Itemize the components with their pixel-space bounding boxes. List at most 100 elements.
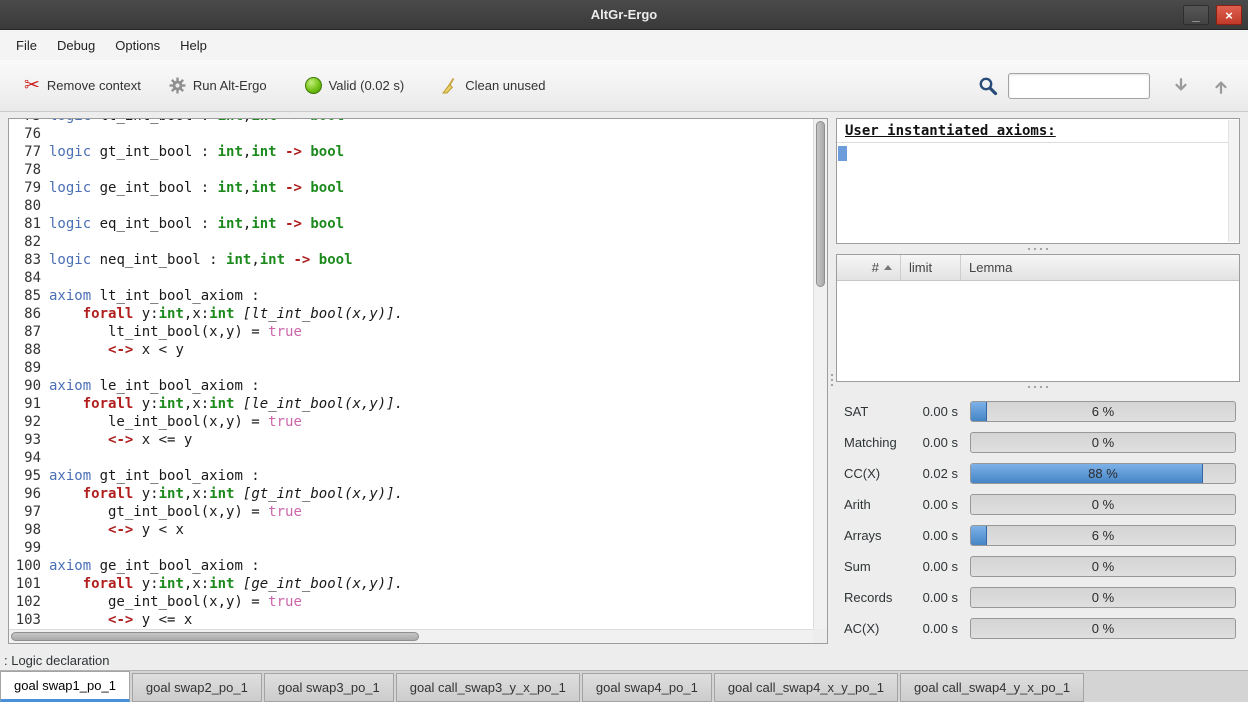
- code-editor[interactable]: 75logic lt_int_bool : int,int -> bool767…: [8, 118, 828, 644]
- toolbar: ✂ Remove context Run Alt-Ergo Valid (0.0…: [0, 60, 1248, 112]
- minimize-button[interactable]: _: [1183, 5, 1209, 25]
- clean-unused-button[interactable]: Clean unused: [436, 72, 551, 100]
- code-line: 91 forall y:int,x:int [le_int_bool(x,y)]…: [9, 395, 813, 413]
- window-controls: _ ×: [1183, 5, 1242, 25]
- stat-progressbar: 6 %: [970, 525, 1236, 546]
- code-line: 86 forall y:int,x:int [lt_int_bool(x,y)]…: [9, 305, 813, 323]
- line-number: 101: [9, 575, 49, 593]
- code-line: 94: [9, 449, 813, 467]
- tab-goal-swap1-po-1[interactable]: goal swap1_po_1: [0, 671, 130, 702]
- line-number: 82: [9, 233, 49, 251]
- scissors-icon: ✂: [24, 76, 40, 95]
- column-header-number[interactable]: #: [837, 255, 901, 280]
- stat-label: SAT: [844, 404, 910, 419]
- stat-progressbar: 0 %: [970, 618, 1236, 639]
- code-line-text: forall y:int,x:int [gt_int_bool(x,y)].: [49, 485, 403, 503]
- line-number: 90: [9, 377, 49, 395]
- stat-label: Sum: [844, 559, 910, 574]
- column-header-limit[interactable]: limit: [901, 255, 961, 280]
- line-number: 76: [9, 125, 49, 143]
- right-panel: User instantiated axioms: # limit: [836, 118, 1240, 644]
- code-line: 92 le_int_bool(x,y) = true: [9, 413, 813, 431]
- stat-row-matching: Matching0.00 s0 %: [844, 427, 1238, 458]
- lemma-table-header: # limit Lemma: [837, 255, 1239, 281]
- code-line-text: forall y:int,x:int [ge_int_bool(x,y)].: [49, 575, 403, 593]
- vertical-pane-splitter[interactable]: [828, 118, 836, 644]
- line-number: 102: [9, 593, 49, 611]
- line-number: 87: [9, 323, 49, 341]
- code-line: 84: [9, 269, 813, 287]
- menu-item-help[interactable]: Help: [170, 30, 217, 60]
- status-indicator: Valid (0.02 s): [299, 71, 411, 100]
- code-line-text: <-> x < y: [49, 341, 184, 359]
- stat-time: 0.00 s: [910, 528, 958, 543]
- axioms-scrollbar[interactable]: [1228, 120, 1239, 242]
- line-number: 94: [9, 449, 49, 467]
- code-line: 77logic gt_int_bool : int,int -> bool: [9, 143, 813, 161]
- remove-context-button[interactable]: ✂ Remove context: [18, 70, 147, 101]
- app-window: AltGr-Ergo _ × FileDebugOptionsHelp ✂ Re…: [0, 0, 1248, 702]
- stat-row-arrays: Arrays0.00 s 6 %: [844, 520, 1238, 551]
- code-line: 89: [9, 359, 813, 377]
- axioms-selected-row[interactable]: [838, 146, 847, 161]
- code-line-text: logic lt_int_bool : int,int -> bool: [49, 119, 344, 125]
- pane-handle-bottom[interactable]: [836, 382, 1240, 392]
- code-line: 99: [9, 539, 813, 557]
- lemma-table: # limit Lemma: [836, 254, 1240, 382]
- code-line-text: lt_int_bool(x,y) = true: [49, 323, 302, 341]
- jump-up-button[interactable]: [1212, 77, 1230, 95]
- column-header-lemma[interactable]: Lemma: [961, 255, 1239, 280]
- stat-percent-label: 0 %: [971, 619, 1235, 638]
- editor-horizontal-scrollbar[interactable]: [9, 629, 813, 643]
- line-number: 97: [9, 503, 49, 521]
- window-title: AltGr-Ergo: [0, 7, 1248, 22]
- tab-goal-call-swap3-y-x-po-1[interactable]: goal call_swap3_y_x_po_1: [396, 673, 580, 702]
- stat-row-sat: SAT0.00 s6 %: [844, 396, 1238, 427]
- line-number: 79: [9, 179, 49, 197]
- broom-icon: [442, 78, 458, 94]
- tab-goal-swap2-po-1[interactable]: goal swap2_po_1: [132, 673, 262, 702]
- line-number: 88: [9, 341, 49, 359]
- stat-label: Arrays: [844, 528, 910, 543]
- stat-time: 0.00 s: [910, 435, 958, 450]
- code-line-text: gt_int_bool(x,y) = true: [49, 503, 302, 521]
- search-icon[interactable]: [978, 76, 998, 96]
- code-line: 82: [9, 233, 813, 251]
- code-line: 103 <-> y <= x: [9, 611, 813, 629]
- search-zone: [978, 73, 1230, 99]
- pane-handle-top[interactable]: [836, 244, 1240, 254]
- stat-time: 0.00 s: [910, 590, 958, 605]
- arrow-down-icon: [1172, 77, 1190, 95]
- run-altergo-button[interactable]: Run Alt-Ergo: [163, 71, 273, 100]
- stat-percent-label: 6 %: [971, 402, 1235, 421]
- lemma-table-body[interactable]: [837, 281, 1239, 381]
- column-lemma-label: Lemma: [969, 260, 1012, 275]
- jump-down-button[interactable]: [1172, 77, 1190, 95]
- column-number-label: #: [872, 260, 879, 275]
- menu-item-debug[interactable]: Debug: [47, 30, 105, 60]
- tab-goal-swap4-po-1[interactable]: goal swap4_po_1: [582, 673, 712, 702]
- code-line: 81logic eq_int_bool : int,int -> bool: [9, 215, 813, 233]
- stat-percent-label: 0 %: [971, 588, 1235, 607]
- line-number: 81: [9, 215, 49, 233]
- horizontal-scroll-thumb[interactable]: [11, 632, 419, 641]
- vertical-scroll-thumb[interactable]: [816, 121, 825, 287]
- menu-item-file[interactable]: File: [6, 30, 47, 60]
- code-line: 85axiom lt_int_bool_axiom :: [9, 287, 813, 305]
- line-number: 89: [9, 359, 49, 377]
- main-area: 75logic lt_int_bool : int,int -> bool767…: [0, 112, 1248, 650]
- code-line: 90axiom le_int_bool_axiom :: [9, 377, 813, 395]
- tab-goal-swap3-po-1[interactable]: goal swap3_po_1: [264, 673, 394, 702]
- close-button[interactable]: ×: [1216, 5, 1242, 25]
- stat-progressbar: 0 %: [970, 494, 1236, 515]
- menu-item-options[interactable]: Options: [105, 30, 170, 60]
- tab-goal-call-swap4-y-x-po-1[interactable]: goal call_swap4_y_x_po_1: [900, 673, 1084, 702]
- instantiated-axioms-title: User instantiated axioms:: [837, 119, 1239, 143]
- stat-percent-label: 0 %: [971, 433, 1235, 452]
- stat-time: 0.00 s: [910, 497, 958, 512]
- code-line-text: forall y:int,x:int [lt_int_bool(x,y)].: [49, 305, 403, 323]
- search-input[interactable]: [1008, 73, 1150, 99]
- stat-progressbar: 88 %: [970, 463, 1236, 484]
- editor-vertical-scrollbar[interactable]: [813, 119, 827, 629]
- tab-goal-call-swap4-x-y-po-1[interactable]: goal call_swap4_x_y_po_1: [714, 673, 898, 702]
